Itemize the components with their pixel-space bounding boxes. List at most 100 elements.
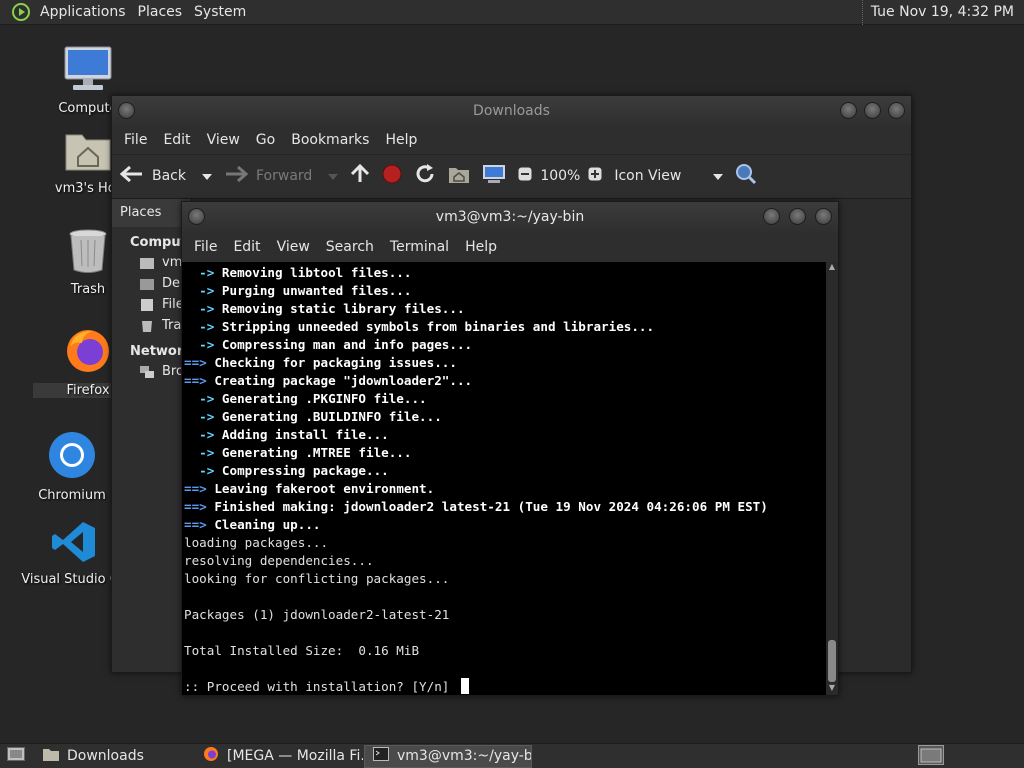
minimize-button[interactable]	[840, 102, 857, 119]
terminal-line-text: Purging unwanted files...	[221, 283, 412, 298]
terminal-line-text: Generating .BUILDINFO file...	[221, 409, 442, 424]
places-menu[interactable]: Places	[132, 4, 189, 20]
terminal-line: resolving dependencies...	[184, 552, 826, 570]
terminal-line-text: Adding install file...	[221, 427, 389, 442]
terminal-line: -> Removing static library files...	[184, 300, 826, 318]
terminal-line-prefix: ==>	[184, 499, 215, 514]
sidebar-section-network: Network	[130, 344, 192, 359]
scroll-down-icon[interactable]: ▼	[826, 683, 838, 695]
search-icon	[735, 163, 757, 189]
terminal-line-prefix: ==>	[184, 481, 215, 496]
terminal-line-prefix: ==>	[184, 373, 215, 388]
menu-search[interactable]: Search	[318, 239, 382, 255]
terminal-line-text: Stripping unneeded symbols from binaries…	[221, 319, 655, 334]
window-menu-button[interactable]	[118, 102, 135, 119]
terminal-line-text: Removing static library files...	[221, 301, 465, 316]
scroll-up-icon[interactable]: ▲	[826, 262, 838, 274]
menu-terminal[interactable]: Terminal	[382, 239, 457, 255]
terminal-titlebar[interactable]: vm3@vm3:~/yay-bin	[182, 202, 838, 232]
clock[interactable]: Tue Nov 19, 4:32 PM	[861, 0, 1014, 25]
workspace-switcher[interactable]	[918, 745, 944, 768]
filesystem-icon	[140, 298, 154, 311]
terminal-line-prefix: ->	[184, 283, 222, 298]
home-button[interactable]	[448, 164, 470, 188]
reload-button[interactable]	[414, 163, 436, 189]
zoom-out-icon[interactable]	[518, 167, 532, 185]
sidebar-item-desktop[interactable]: De	[112, 273, 191, 294]
view-mode-select[interactable]: Icon View	[614, 168, 724, 184]
menu-file[interactable]: File	[116, 132, 155, 148]
mate-logo-icon[interactable]	[12, 3, 30, 21]
back-dropdown-icon[interactable]	[202, 168, 212, 184]
sidebar-item-browse-network[interactable]: Bro	[112, 361, 191, 382]
terminal-line-text: looking for conflicting packages...	[184, 571, 450, 586]
zoom-in-icon[interactable]	[588, 167, 602, 185]
menu-go[interactable]: Go	[248, 132, 283, 148]
search-button[interactable]	[735, 163, 757, 189]
sidebar-header[interactable]: Places	[112, 199, 191, 227]
menu-file[interactable]: File	[186, 239, 225, 255]
terminal-cursor	[460, 678, 469, 694]
close-button[interactable]	[815, 208, 832, 225]
sidebar-item-filesystem[interactable]: File	[112, 294, 191, 315]
zoom-level: 100%	[540, 167, 581, 184]
scrollbar-thumb[interactable]	[828, 640, 836, 682]
show-desktop-button[interactable]	[0, 745, 34, 768]
network-icon	[140, 365, 154, 378]
menu-view[interactable]: View	[269, 239, 318, 255]
system-menu[interactable]: System	[188, 4, 252, 20]
forward-dropdown-icon[interactable]	[328, 168, 339, 184]
up-button[interactable]	[350, 163, 370, 188]
terminal-line-prefix: ->	[184, 391, 222, 406]
maximize-button[interactable]	[864, 102, 881, 119]
terminal-line: ==> Finished making: jdownloader2 latest…	[184, 498, 826, 516]
taskbar-item-terminal[interactable]: vm3@vm3:~/yay-bin	[364, 744, 532, 768]
file-manager-menubar: File Edit View Go Bookmarks Help	[112, 126, 911, 154]
terminal-line-text: resolving dependencies...	[184, 553, 374, 568]
taskbar-item-firefox[interactable]: [MEGA — Mozilla Fi...	[194, 745, 364, 768]
places-sidebar: Places Comput vm De File Tra Network Bro	[112, 199, 192, 672]
forward-button[interactable]: Forward	[224, 165, 339, 187]
computer-button[interactable]	[482, 164, 506, 188]
window-title: vm3@vm3:~/yay-bin	[435, 209, 585, 225]
sidebar-section-computer: Comput	[130, 235, 187, 250]
close-button[interactable]	[888, 102, 905, 119]
applications-menu[interactable]: Applications	[34, 4, 132, 20]
menu-help[interactable]: Help	[457, 239, 505, 255]
terminal-line: -> Compressing package...	[184, 462, 826, 480]
terminal-window[interactable]: vm3@vm3:~/yay-bin File Edit View Search …	[181, 201, 839, 696]
menu-bookmarks[interactable]: Bookmarks	[283, 132, 377, 148]
window-title: Downloads	[473, 103, 550, 119]
terminal-line: -> Adding install file...	[184, 426, 826, 444]
menu-view[interactable]: View	[199, 132, 248, 148]
minimize-button[interactable]	[763, 208, 780, 225]
stop-button[interactable]	[382, 164, 402, 188]
terminal-line-text: Packages (1) jdownloader2-latest-21	[184, 607, 450, 622]
file-manager-titlebar[interactable]: Downloads	[112, 96, 911, 126]
menu-edit[interactable]: Edit	[225, 239, 268, 255]
show-desktop-icon	[7, 747, 25, 765]
terminal-line: -> Removing libtool files...	[184, 264, 826, 282]
computer-icon	[482, 164, 506, 188]
taskbar-item-downloads[interactable]: Downloads	[34, 745, 194, 768]
top-panel: Applications Places System Tue Nov 19, 4…	[0, 0, 1024, 25]
maximize-button[interactable]	[789, 208, 806, 225]
reload-icon	[414, 163, 436, 189]
menu-help[interactable]: Help	[377, 132, 425, 148]
menu-edit[interactable]: Edit	[155, 132, 198, 148]
sidebar-item-trash[interactable]: Tra	[112, 315, 191, 336]
back-button[interactable]: Back	[119, 165, 212, 187]
window-menu-button[interactable]	[188, 208, 205, 225]
view-mode-dropdown-icon	[713, 168, 724, 184]
desktop-icon	[140, 278, 154, 290]
terminal-line: ==> Creating package "jdownloader2"...	[184, 372, 826, 390]
taskbar-item-label: vm3@vm3:~/yay-bin	[397, 748, 532, 764]
terminal-line-prefix: ->	[184, 301, 222, 316]
terminal-line-text: Cleaning up...	[214, 517, 321, 532]
forward-label: Forward	[256, 167, 313, 184]
sidebar-item-home[interactable]: vm	[112, 252, 191, 273]
terminal-output[interactable]: -> Removing libtool files... -> Purging …	[182, 262, 826, 695]
terminal-scrollbar[interactable]: ▲ ▼	[826, 262, 838, 695]
terminal-line: -> Purging unwanted files...	[184, 282, 826, 300]
